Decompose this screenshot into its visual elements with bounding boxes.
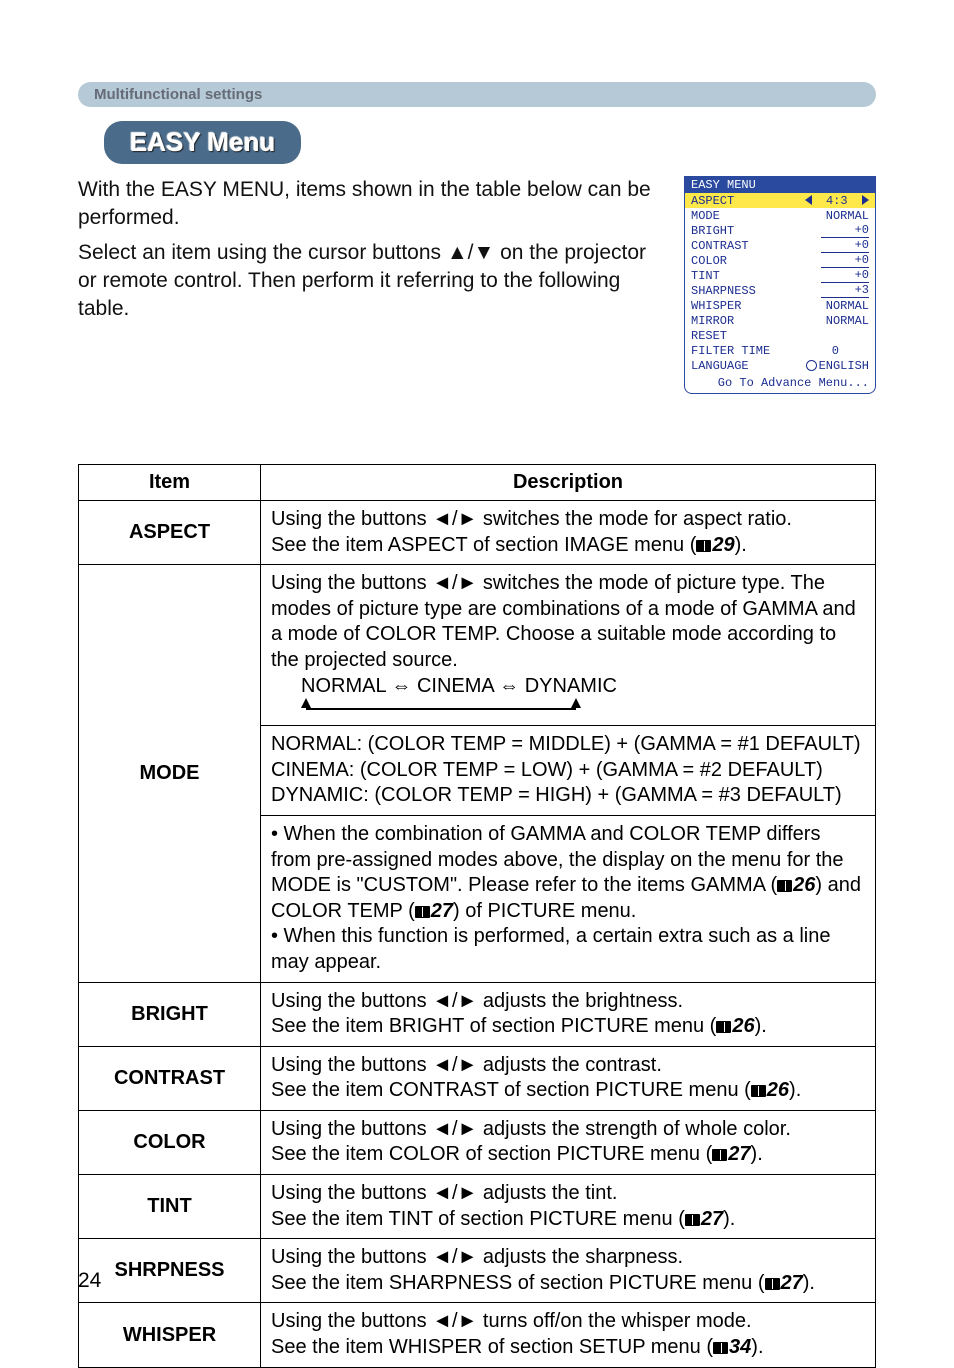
row-bright-item: BRIGHT — [79, 982, 261, 1046]
page-number: 24 — [78, 1269, 101, 1293]
row-tint-item: TINT — [79, 1175, 261, 1239]
book-icon — [751, 1085, 766, 1097]
row-color-desc: Using the buttons ◄/► adjusts the streng… — [261, 1110, 876, 1174]
menu-row-bright: BRIGHT+0 — [691, 223, 869, 238]
menu-footer: Go To Advance Menu... — [685, 375, 875, 393]
book-icon — [696, 540, 711, 552]
intro-p1: With the EASY MENU, items shown in the t… — [78, 176, 666, 233]
book-icon — [685, 1214, 700, 1226]
row-shrpness-desc: Using the buttons ◄/► adjusts the sharpn… — [261, 1239, 876, 1303]
book-icon — [712, 1149, 727, 1161]
row-tint-desc: Using the buttons ◄/► adjusts the tint. … — [261, 1175, 876, 1239]
book-icon — [415, 906, 430, 918]
menu-row-tint: TINT+0 — [691, 268, 869, 283]
row-mode-item: MODE — [79, 565, 261, 982]
menu-row-mode: MODENORMAL — [691, 208, 869, 223]
row-color-item: COLOR — [79, 1110, 261, 1174]
row-whisper-item: WHISPER — [79, 1303, 261, 1367]
section-header: Multifunctional settings — [78, 82, 876, 107]
menu-row-filter-time: FILTER TIME0 — [691, 343, 869, 358]
row-shrpness-item: SHRPNESS — [79, 1239, 261, 1303]
menu-row-whisper: WHISPERNORMAL — [691, 298, 869, 313]
menu-row-mirror: MIRRORNORMAL — [691, 313, 869, 328]
intro-p2: Select an item using the cursor buttons … — [78, 239, 666, 324]
row-aspect-item: ASPECT — [79, 501, 261, 565]
row-aspect-desc: Using the buttons ◄/► switches the mode … — [261, 501, 876, 565]
row-mode-desc: Using the buttons ◄/► switches the mode … — [261, 565, 876, 982]
settings-table: Item Description ASPECT Using the button… — [78, 464, 876, 1368]
page-title: EASY Menu — [104, 121, 301, 164]
easy-menu-title: EASY MENU — [685, 177, 875, 193]
row-whisper-desc: Using the buttons ◄/► turns off/on the w… — [261, 1303, 876, 1367]
th-desc: Description — [261, 465, 876, 501]
globe-icon — [806, 360, 817, 371]
triangle-left-icon — [805, 195, 812, 205]
easy-menu-screenshot: EASY MENU ASPECT 4:3 MODENORMAL BRIGHT+0… — [684, 176, 876, 394]
triangle-right-icon — [862, 195, 869, 205]
book-icon — [765, 1278, 780, 1290]
menu-row-reset: RESET — [691, 328, 869, 343]
cycle-arrow-line — [301, 699, 581, 719]
menu-row-contrast: CONTRAST+0 — [691, 238, 869, 253]
row-bright-desc: Using the buttons ◄/► adjusts the bright… — [261, 982, 876, 1046]
th-item: Item — [79, 465, 261, 501]
book-icon — [716, 1021, 731, 1033]
row-contrast-desc: Using the buttons ◄/► adjusts the contra… — [261, 1046, 876, 1110]
menu-row-language: LANGUAGE ENGLISH — [691, 358, 869, 373]
row-contrast-item: CONTRAST — [79, 1046, 261, 1110]
book-icon — [713, 1342, 728, 1354]
intro-text: With the EASY MENU, items shown in the t… — [78, 176, 666, 394]
menu-row-aspect: ASPECT 4:3 — [685, 193, 875, 208]
book-icon — [777, 880, 792, 892]
menu-row-color: COLOR+0 — [691, 253, 869, 268]
menu-row-sharpness: SHARPNESS+3 — [691, 283, 869, 298]
